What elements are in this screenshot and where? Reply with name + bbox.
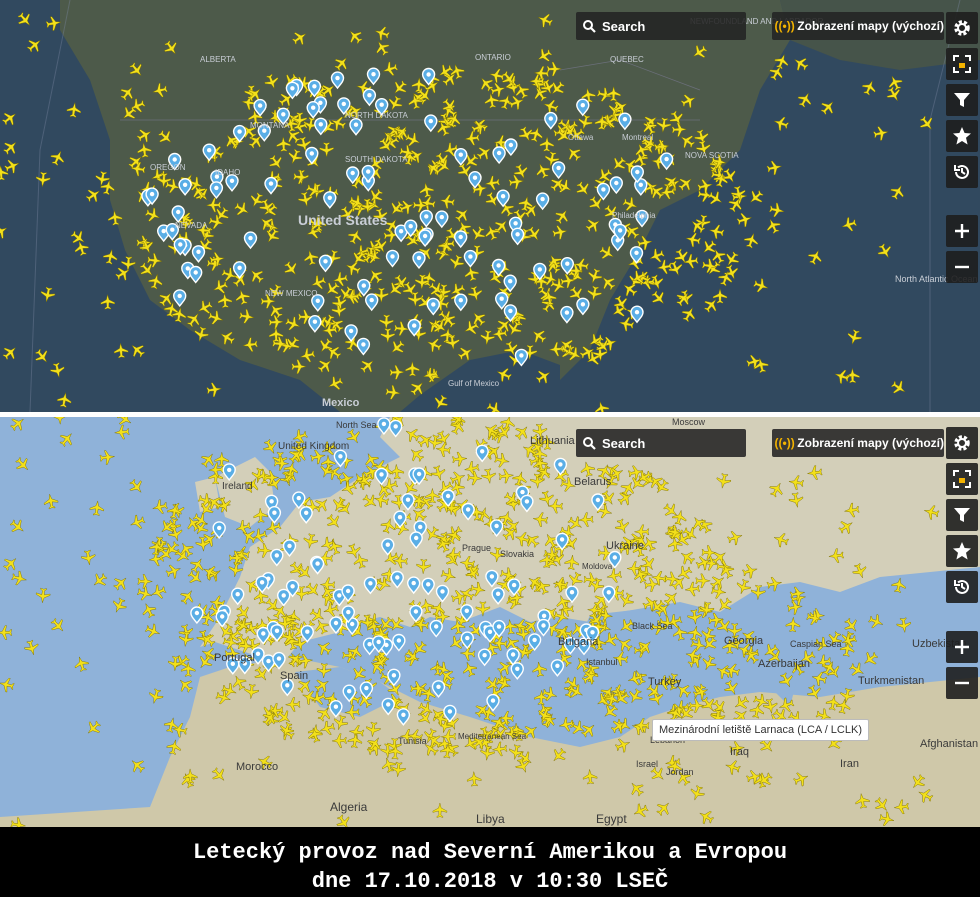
- label-united-states: United States: [298, 212, 388, 228]
- label-egypt: Egypt: [596, 812, 627, 826]
- label-slovakia: Slovakia: [500, 549, 534, 559]
- gear-icon: [954, 20, 970, 36]
- label-montana: MONTANA: [250, 121, 290, 130]
- label-tunisia: Tunisia: [398, 736, 427, 746]
- label-ireland: Ireland: [222, 481, 253, 492]
- map-view-label: Zobrazení mapy (výchozí): [797, 19, 944, 33]
- zoom-in-icon: [955, 640, 969, 654]
- airport-tooltip: Mezinárodní letiště Larnaca (LCA / LCLK): [652, 719, 869, 741]
- fullscreen-button[interactable]: [946, 463, 978, 495]
- map-view-button[interactable]: ((•)) Zobrazení mapy (výchozí): [772, 429, 944, 457]
- filter-button[interactable]: [946, 84, 978, 116]
- label-alberta: ALBERTA: [200, 55, 236, 64]
- label-black-sea: Black Sea: [632, 621, 673, 631]
- europe-map[interactable]: North Sea Lithuania Moscow United Kingdo…: [0, 417, 980, 827]
- zoom-out-button[interactable]: [946, 251, 978, 283]
- label-turkey: Turkey: [648, 676, 682, 688]
- search-icon: [576, 436, 602, 450]
- label-algeria: Algeria: [330, 800, 368, 814]
- zoom-out-icon: [955, 681, 969, 685]
- label-bulgaria: Bulgaria: [558, 636, 599, 648]
- label-nova-scotia: NOVA SCOTIA: [685, 151, 739, 160]
- star-icon: [953, 542, 971, 560]
- label-libya: Libya: [476, 812, 505, 826]
- filter-icon: [954, 508, 970, 522]
- label-philadelphia: Philadelphia: [612, 211, 656, 220]
- fullscreen-button[interactable]: [946, 48, 978, 80]
- label-united-kingdom: United Kingdom: [278, 441, 349, 452]
- label-ontario: ONTARIO: [475, 53, 511, 62]
- label-idaho: IDAHO: [215, 168, 240, 177]
- label-montreal: Montreal: [622, 133, 653, 142]
- label-south-dakota: SOUTH DAKOTA: [345, 155, 408, 164]
- playback-button[interactable]: [946, 156, 978, 188]
- label-new-mexico: NEW MEXICO: [265, 289, 317, 298]
- label-istanbul: Istanbul: [586, 657, 618, 667]
- label-north-sea: North Sea: [336, 420, 377, 430]
- label-gulf-of-mexico: Gulf of Mexico: [448, 379, 500, 388]
- search-box[interactable]: Search: [576, 12, 746, 40]
- search-label: Search: [602, 18, 646, 34]
- label-israel: Israel: [636, 759, 658, 769]
- map-view-label: Zobrazení mapy (výchozí): [797, 436, 944, 450]
- label-lithuania: Lithuania: [530, 435, 576, 447]
- settings-button[interactable]: [946, 427, 978, 459]
- history-icon: [954, 164, 969, 179]
- zoom-in-button[interactable]: [946, 215, 978, 247]
- search-label: Search: [602, 435, 646, 451]
- caption-line-1: Letecký provoz nad Severní Amerikou a Ev…: [192, 840, 788, 865]
- search-box[interactable]: Search: [576, 429, 746, 457]
- label-spain: Spain: [280, 670, 308, 682]
- label-prague: Prague: [462, 543, 491, 553]
- broadcast-icon: ((•)): [774, 19, 795, 33]
- search-icon: [576, 19, 602, 33]
- label-ottawa: Ottawa: [568, 133, 594, 142]
- zoom-out-icon: [955, 265, 969, 269]
- map-view-button[interactable]: ((•)) Zobrazení mapy (výchozí): [772, 12, 944, 40]
- label-mexico: Mexico: [322, 397, 360, 409]
- label-moscow: Moscow: [672, 417, 706, 427]
- star-icon: [953, 127, 971, 145]
- zoom-in-button[interactable]: [946, 631, 978, 663]
- fullscreen-lock-icon: [953, 470, 971, 488]
- history-icon: [954, 579, 969, 594]
- label-moldova: Moldova: [582, 562, 613, 571]
- label-portugal: Portugal: [214, 652, 255, 664]
- zoom-in-icon: [955, 224, 969, 238]
- zoom-out-button[interactable]: [946, 667, 978, 699]
- label-oregon: OREGON: [150, 163, 186, 172]
- north-america-map[interactable]: ONTARIO QUEBEC NEWFOUNDLAND AND LABRADOR…: [0, 0, 980, 412]
- label-afghanistan: Afghanistan: [920, 738, 978, 750]
- label-jordan: Jordan: [666, 767, 694, 777]
- playback-button[interactable]: [946, 571, 978, 603]
- label-nevada: NEVADA: [175, 221, 208, 230]
- label-turkmenistan: Turkmenistan: [858, 675, 924, 687]
- label-north-dakota: NORTH DAKOTA: [345, 111, 408, 120]
- label-iraq: Iraq: [730, 746, 749, 758]
- north-america-map-canvas[interactable]: ONTARIO QUEBEC NEWFOUNDLAND AND LABRADOR…: [0, 0, 980, 412]
- label-ukraine: Ukraine: [606, 540, 644, 552]
- label-mediterranean: Mediterranean Sea: [458, 732, 527, 741]
- label-azerbaijan: Azerbaijan: [758, 658, 810, 670]
- label-belarus: Belarus: [574, 476, 612, 488]
- label-morocco: Morocco: [236, 761, 278, 773]
- broadcast-icon: ((•)): [774, 436, 795, 450]
- favorites-button[interactable]: [946, 535, 978, 567]
- filter-icon: [954, 93, 970, 107]
- label-caspian-sea: Caspian Sea: [790, 639, 842, 649]
- europe-map-canvas[interactable]: North Sea Lithuania Moscow United Kingdo…: [0, 417, 980, 827]
- favorites-button[interactable]: [946, 120, 978, 152]
- filter-button[interactable]: [946, 499, 978, 531]
- label-quebec: QUEBEC: [610, 55, 644, 64]
- settings-button[interactable]: [946, 12, 978, 44]
- label-georgia: Georgia: [724, 635, 764, 647]
- caption-line-2: dne 17.10.2018 v 10:30 LSEČ: [311, 869, 669, 894]
- fullscreen-lock-icon: [953, 55, 971, 73]
- gear-icon: [954, 435, 970, 451]
- caption: Letecký provoz nad Severní Amerikou a Ev…: [0, 827, 980, 897]
- label-iran: Iran: [840, 758, 859, 770]
